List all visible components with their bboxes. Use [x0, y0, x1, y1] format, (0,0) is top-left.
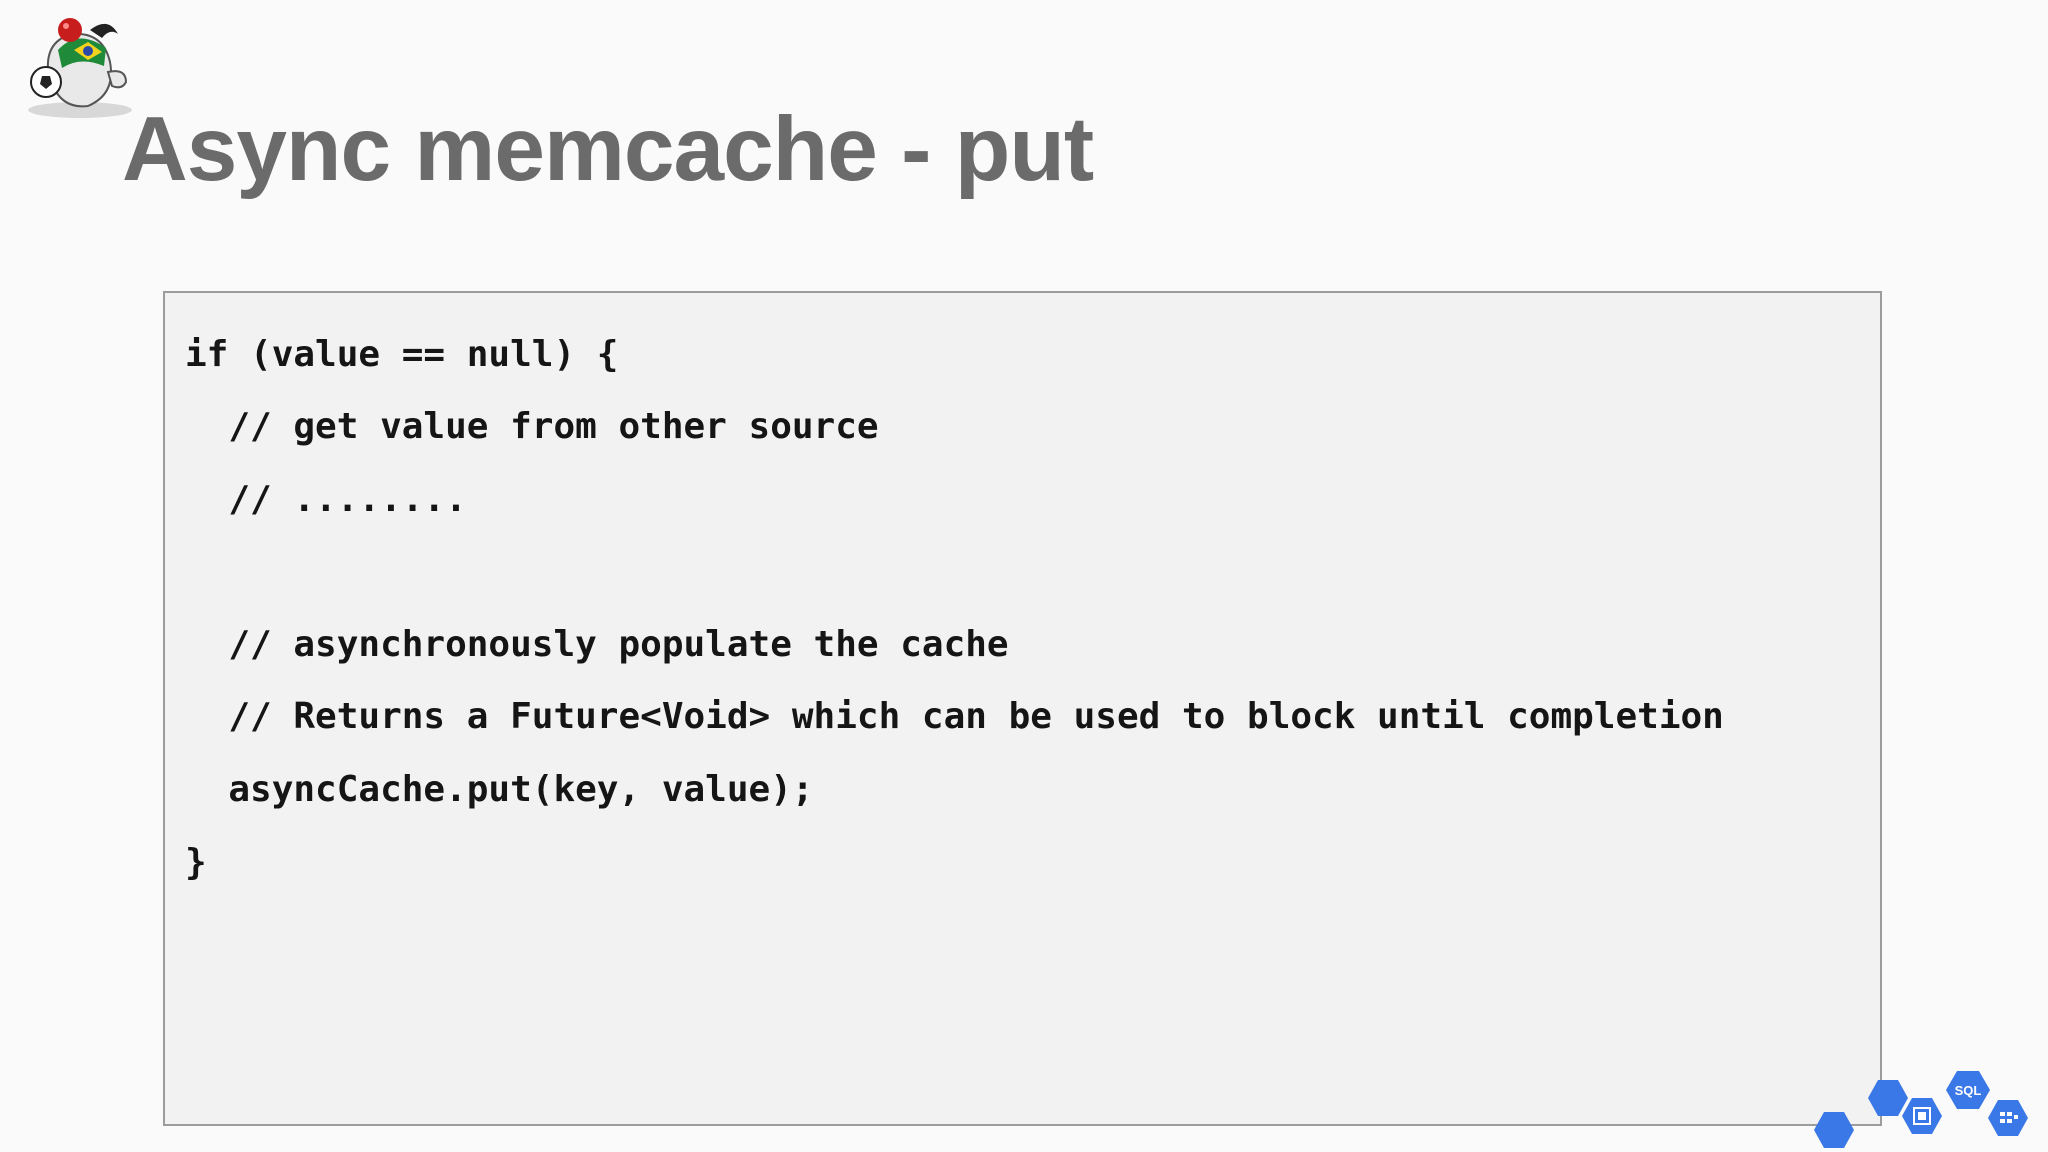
code-line: // ........: [185, 479, 467, 520]
code-line: asyncCache.put(key, value);: [185, 769, 814, 810]
code-line: // get value from other source: [185, 406, 879, 447]
presentation-slide: Async memcache - put if (value == null) …: [0, 0, 2048, 1152]
sql-label: SQL: [1955, 1083, 1982, 1098]
cloud-services-hexagon-icons: SQL: [1814, 1071, 2028, 1148]
code-block: if (value == null) { // get value from o…: [163, 291, 1882, 1126]
duke-soccer-mascot-icon: [28, 18, 132, 118]
code-line: // asynchronously populate the cache: [185, 624, 1009, 665]
slide-title: Async memcache - put: [122, 99, 1094, 200]
code-line: // Returns a Future<Void> which can be u…: [185, 696, 1724, 737]
code-line: }: [185, 842, 207, 883]
code-line: if (value == null) {: [185, 334, 619, 375]
